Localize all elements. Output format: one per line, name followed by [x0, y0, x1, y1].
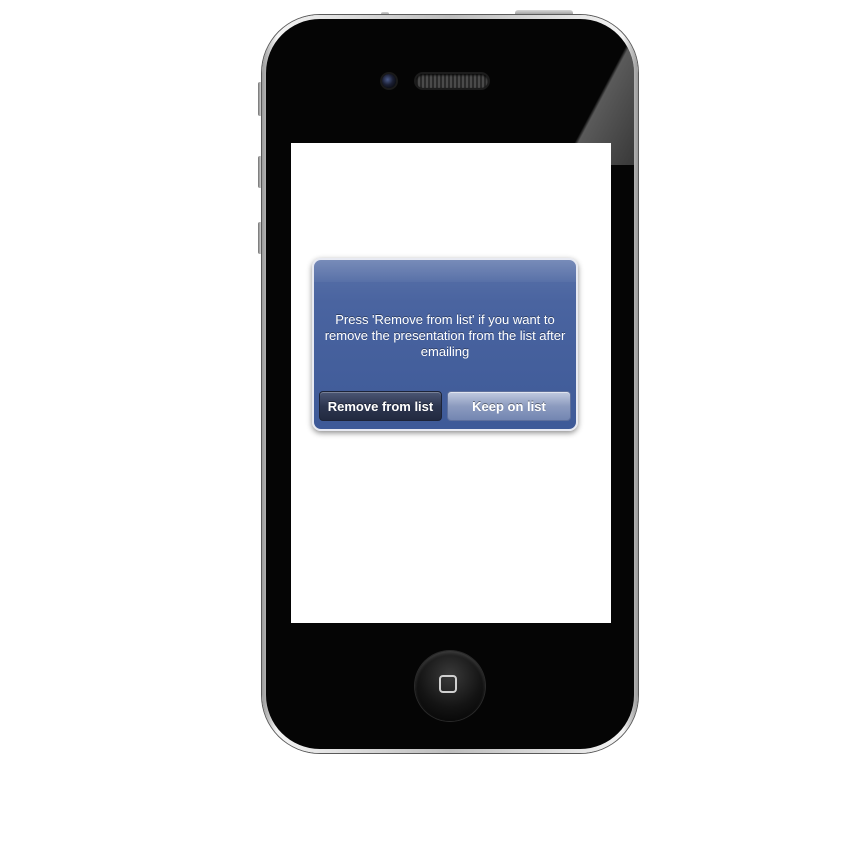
earpiece-speaker-icon — [416, 74, 488, 88]
keep-on-list-button[interactable]: Keep on list — [447, 391, 571, 421]
alert-dialog: Press 'Remove from list' if you want to … — [312, 258, 578, 431]
phone-screen: Press 'Remove from list' if you want to … — [291, 143, 611, 623]
remove-from-list-button[interactable]: Remove from list — [319, 391, 442, 421]
home-button-icon — [439, 675, 457, 693]
alert-message: Press 'Remove from list' if you want to … — [324, 312, 566, 359]
simulator-canvas: Press 'Remove from list' if you want to … — [0, 0, 868, 857]
home-button[interactable] — [415, 651, 485, 721]
front-camera-icon — [382, 74, 396, 88]
